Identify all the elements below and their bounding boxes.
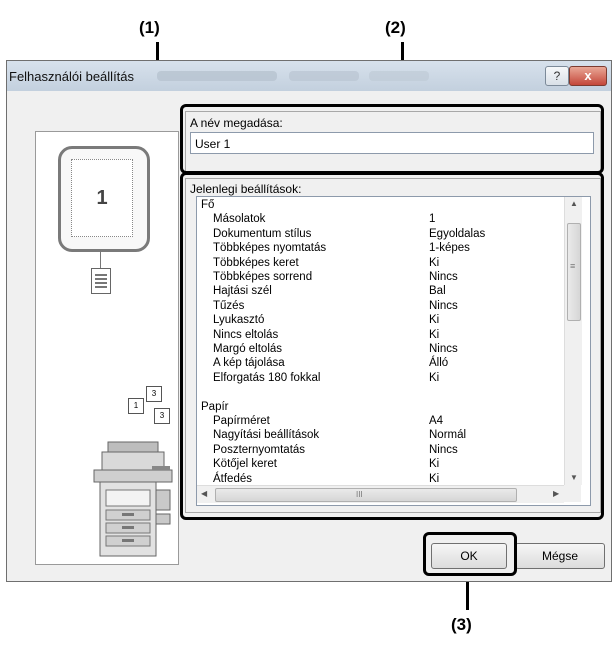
title-blur	[289, 71, 359, 81]
title-bar[interactable]: Felhasználói beállítás ? x	[7, 61, 611, 91]
close-button[interactable]: x	[569, 66, 607, 86]
document-preview-icon: 1	[58, 146, 150, 252]
help-button[interactable]: ?	[545, 66, 569, 86]
callout-1: (1)	[139, 18, 160, 37]
highlight-ok-button	[423, 532, 517, 576]
cancel-button[interactable]: Mégse	[515, 543, 605, 569]
preview-panel: 1 1 3 3	[35, 131, 179, 565]
connector-line	[100, 250, 101, 268]
highlight-settings-panel	[180, 172, 604, 520]
title-blur	[157, 71, 277, 81]
stacked-pages-icon: 3	[154, 408, 170, 424]
printer-icon	[93, 441, 173, 557]
callout-2: (2)	[385, 18, 406, 37]
title-blur	[369, 71, 429, 81]
preview-page-number: 1	[71, 159, 133, 237]
output-document-icon	[91, 268, 111, 294]
window-title: Felhasználói beállítás	[9, 69, 135, 84]
callout-3: (3)	[451, 615, 472, 634]
stacked-pages-icon: 1	[128, 398, 144, 414]
stacked-pages-icon: 3	[146, 386, 162, 402]
highlight-name-panel	[180, 104, 604, 174]
